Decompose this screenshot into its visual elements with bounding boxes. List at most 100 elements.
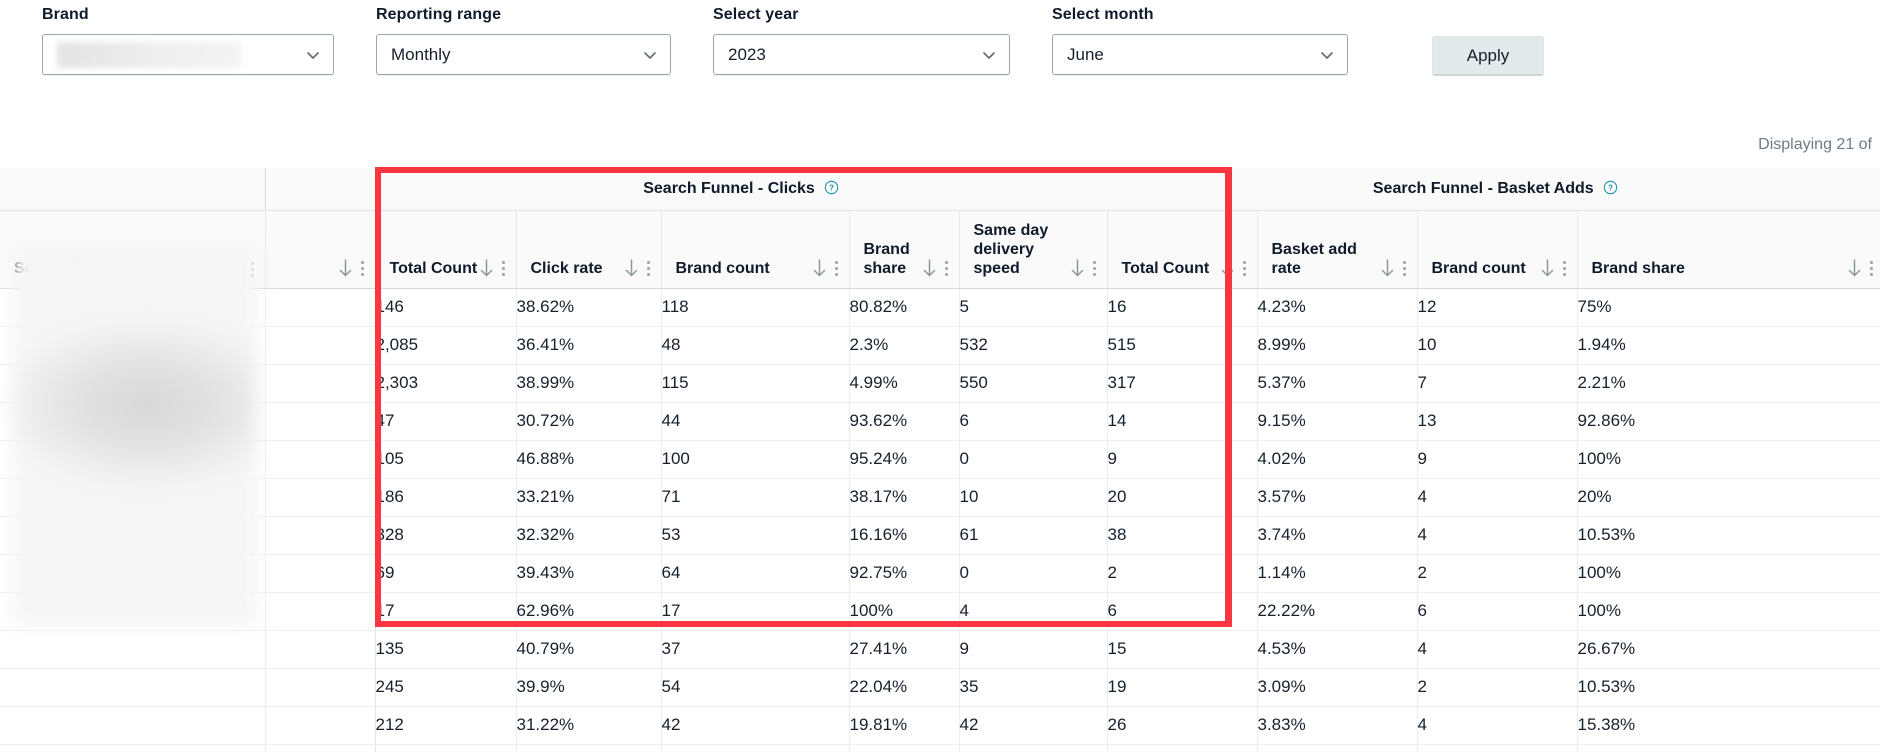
column-menu-icon[interactable]	[1562, 260, 1567, 277]
sort-descending-icon[interactable]	[1380, 258, 1395, 278]
apply-button[interactable]: Apply	[1432, 36, 1544, 76]
select-year-value: 2023	[728, 44, 766, 64]
cell-clicks_brand_count: 53	[661, 516, 850, 555]
group-header-basket-adds: Search Funnel - Basket Adds ?	[1107, 168, 1880, 211]
reporting-range-select[interactable]: Monthly	[376, 34, 671, 75]
table-row[interactable]: 69 39.43% 64 92.75% 0 2 1.14% 2 100%	[0, 554, 1880, 593]
group-header-search-query	[0, 168, 266, 211]
cell-clicks_total_count: 245	[375, 668, 517, 707]
cell-spacer	[265, 592, 376, 631]
column-header-search-query[interactable]: Search Query ?	[0, 210, 266, 289]
cell-clicks_brand_share: 4.62%	[849, 744, 960, 752]
column-menu-icon[interactable]	[834, 260, 839, 277]
cell-basket_total_count: 26	[1107, 706, 1258, 745]
question-circle-icon[interactable]: ?	[128, 260, 143, 275]
column-header-basket-brand-share[interactable]: Brand share	[1577, 210, 1880, 289]
data-table-container[interactable]: Search Funnel - Clicks ? Search Funnel -…	[0, 168, 1880, 752]
cell-clicks_total_count: 47	[375, 402, 517, 441]
cell-basket_brand_count: 2	[1417, 554, 1578, 593]
column-header-same-day-delivery-speed[interactable]: Same day delivery speed	[959, 210, 1108, 289]
select-year-label: Select year	[713, 6, 799, 23]
cell-basket_add_rate: 22.22%	[1257, 592, 1418, 631]
search-funnel-table: Search Funnel - Clicks ? Search Funnel -…	[0, 168, 1880, 752]
column-header-row: Search Query ? Total Count Click rate Br…	[0, 210, 1880, 289]
cell-basket_brand_count: 3	[1417, 744, 1578, 752]
sort-descending-icon[interactable]	[479, 258, 494, 278]
select-month-select[interactable]: June	[1052, 34, 1348, 75]
cell-basket_brand_count: 4	[1417, 516, 1578, 555]
cell-same_day_delivery_speed: 35	[959, 668, 1108, 707]
column-header-clicks-brand-share[interactable]: Brand share	[849, 210, 960, 289]
cell-same_day_delivery_speed: 5	[959, 287, 1108, 327]
sort-descending-icon[interactable]	[624, 258, 639, 278]
table-row[interactable]: 47 30.72% 44 93.62% 6 14 9.15% 13 92.86%	[0, 402, 1880, 441]
column-header-click-rate[interactable]: Click rate	[516, 210, 662, 289]
column-menu-icon[interactable]	[1092, 260, 1097, 277]
cell-clicks_brand_count: 37	[661, 630, 850, 669]
table-row[interactable]: 2,303 38.99% 115 4.99% 550 317 5.37% 7 2.21%	[0, 364, 1880, 403]
table-row[interactable]: 2,085 36.41% 48 2.3% 532 515 8.99% 10 1.94%	[0, 326, 1880, 365]
table-row[interactable]: 105 46.88% 100 95.24% 0 9 4.02% 9 100%	[0, 440, 1880, 479]
question-circle-icon[interactable]: ?	[824, 180, 839, 195]
cell-clicks_brand_share: 38.17%	[849, 478, 960, 517]
table-row[interactable]: 135 40.79% 37 27.41% 9 15 4.53% 4 26.67%	[0, 630, 1880, 669]
column-menu-icon[interactable]	[1402, 260, 1407, 277]
column-menu-icon[interactable]	[1869, 260, 1874, 277]
cell-basket_brand_share: 1.97%	[1577, 744, 1880, 752]
cell-basket_brand_count: 7	[1417, 364, 1578, 403]
cell-click_rate: 40.79%	[516, 630, 662, 669]
sort-descending-icon[interactable]	[922, 258, 937, 278]
sort-descending-icon[interactable]	[812, 258, 827, 278]
cell-basket_total_count: 38	[1107, 516, 1258, 555]
column-header-basket-brand-share-label: Brand share	[1591, 259, 1685, 277]
cell-basket_total_count: 19	[1107, 668, 1258, 707]
column-header-clicks-total-count[interactable]: Total Count	[375, 210, 517, 289]
table-row[interactable]: 186 33.21% 71 38.17% 10 20 3.57% 4 20%	[0, 478, 1880, 517]
cell-same_day_delivery_speed: 42	[959, 706, 1108, 745]
column-header-spacer[interactable]	[265, 210, 376, 289]
chevron-down-icon	[642, 47, 658, 63]
column-header-clicks-brand-count[interactable]: Brand count	[661, 210, 850, 289]
sort-descending-icon[interactable]	[338, 258, 353, 278]
table-row[interactable]: 1,34135.65%624.62%3381524.04%31.97%	[0, 744, 1880, 752]
cell-clicks_brand_count: 17	[661, 592, 850, 631]
cell-spacer	[265, 630, 376, 669]
brand-select[interactable]	[42, 34, 334, 75]
cell-clicks_total_count: 212	[375, 706, 517, 745]
table-row[interactable]: 328 32.32% 53 16.16% 61 38 3.74% 4 10.53%	[0, 516, 1880, 555]
table-row[interactable]: 146 38.62% 118 80.82% 5 16 4.23% 12 75%	[0, 287, 1880, 327]
column-menu-icon[interactable]	[1242, 260, 1247, 277]
cell-basket_brand_count: 4	[1417, 630, 1578, 669]
table-row[interactable]: 245 39.9% 54 22.04% 35 19 3.09% 2 10.53%	[0, 668, 1880, 707]
group-header-spacer	[265, 168, 376, 211]
column-header-basket-total-count-label: Total Count	[1121, 259, 1210, 277]
column-menu-icon[interactable]	[250, 261, 255, 278]
cell-search_query	[0, 554, 266, 593]
table-row[interactable]: 17 62.96% 17 100% 4 6 22.22% 6 100%	[0, 592, 1880, 631]
column-menu-icon[interactable]	[646, 260, 651, 277]
cell-spacer	[265, 706, 376, 745]
sort-descending-icon[interactable]	[1220, 258, 1235, 278]
filter-group-brand: Brand	[42, 6, 334, 75]
column-menu-icon[interactable]	[501, 260, 506, 277]
cell-basket_brand_count: 6	[1417, 592, 1578, 631]
cell-clicks_brand_share: 27.41%	[849, 630, 960, 669]
question-circle-icon[interactable]: ?	[1603, 180, 1618, 195]
cell-search_query	[0, 478, 266, 517]
table-row[interactable]: 212 31.22% 42 19.81% 42 26 3.83% 4 15.38%	[0, 706, 1880, 745]
column-menu-icon[interactable]	[360, 260, 365, 277]
svg-text:?: ?	[1608, 183, 1613, 192]
column-menu-icon[interactable]	[944, 260, 949, 277]
sort-descending-icon[interactable]	[1540, 258, 1555, 278]
select-year-select[interactable]: 2023	[713, 34, 1010, 75]
cell-click_rate: 46.88%	[516, 440, 662, 479]
cell-basket_total_count: 6	[1107, 592, 1258, 631]
column-header-basket-add-rate[interactable]: Basket add rate	[1257, 210, 1418, 289]
cell-basket_brand_share: 15.38%	[1577, 706, 1880, 745]
column-header-basket-total-count[interactable]: Total Count	[1107, 210, 1258, 289]
sort-descending-icon[interactable]	[1070, 258, 1085, 278]
column-header-basket-brand-count[interactable]: Brand count	[1417, 210, 1578, 289]
sort-descending-icon[interactable]	[1847, 258, 1862, 278]
cell-same_day_delivery_speed: 61	[959, 516, 1108, 555]
cell-basket_brand_share: 100%	[1577, 554, 1880, 593]
